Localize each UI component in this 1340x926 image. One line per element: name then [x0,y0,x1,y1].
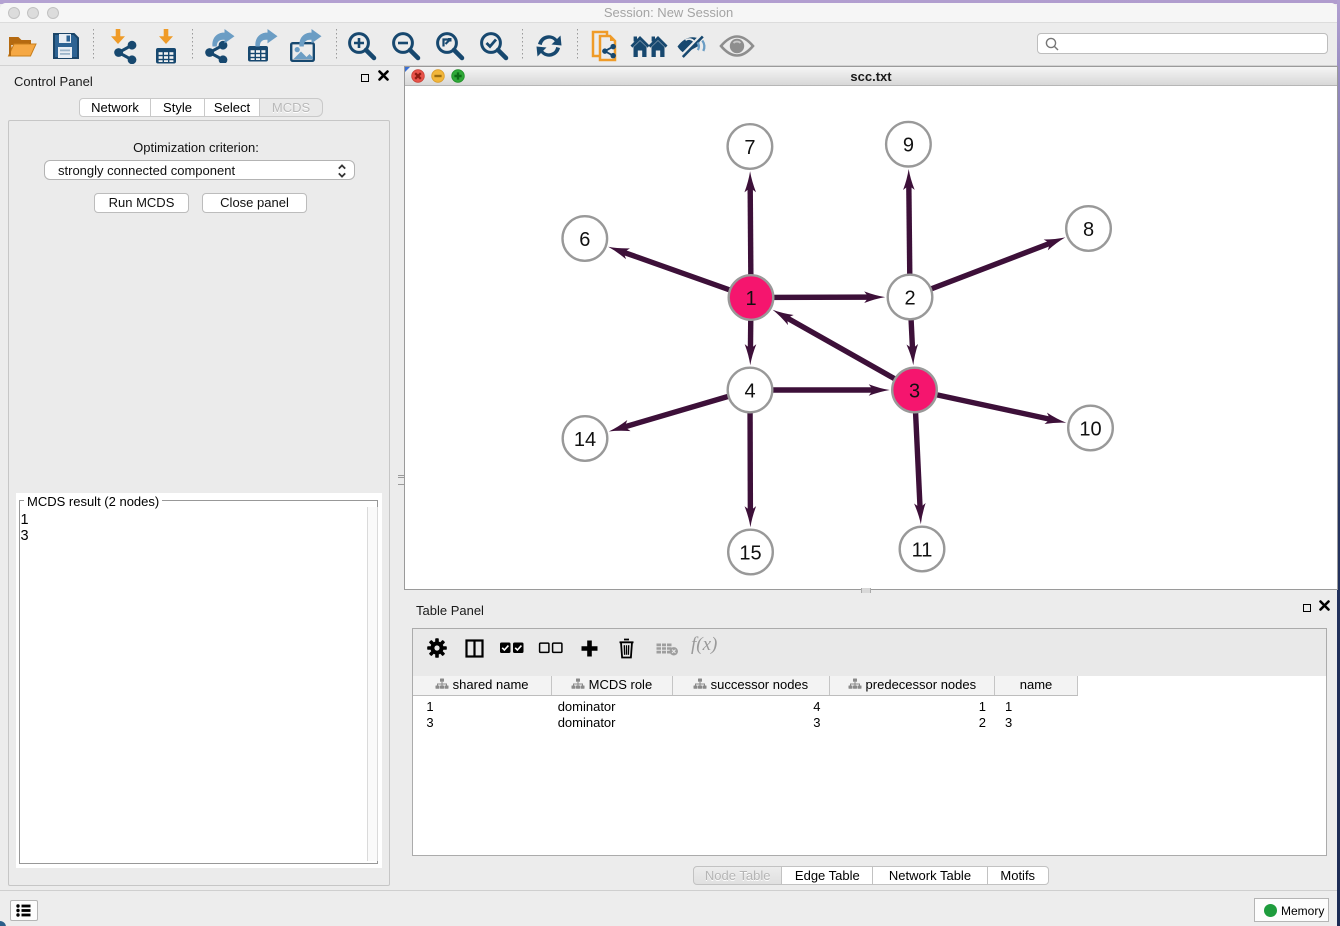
svg-text:3: 3 [909,381,920,403]
svg-text:4: 4 [744,381,755,403]
svg-text:2: 2 [904,288,915,310]
svg-text:9: 9 [903,135,914,157]
svg-text:6: 6 [579,229,590,251]
svg-text:15: 15 [739,543,761,565]
svg-text:14: 14 [574,429,596,451]
svg-text:10: 10 [1079,419,1101,441]
svg-text:1: 1 [745,288,756,310]
svg-text:11: 11 [912,540,933,562]
svg-text:7: 7 [744,137,755,159]
svg-text:8: 8 [1083,219,1094,241]
